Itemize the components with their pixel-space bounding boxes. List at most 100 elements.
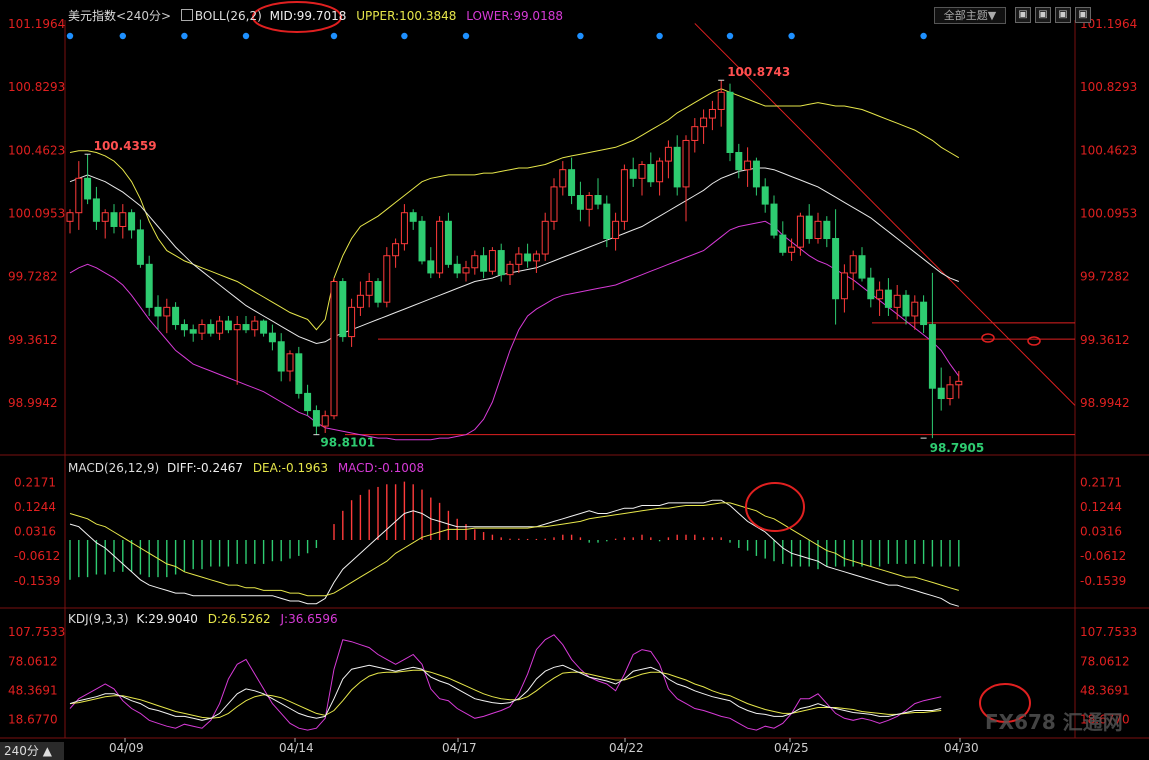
candle-body: [251, 320, 259, 331]
candle-body: [92, 198, 100, 222]
x-axis: 04/09 04/14 04/17 04/22 04/25 04/30: [109, 738, 979, 755]
candle-body: [770, 203, 778, 236]
candle-body: [365, 281, 373, 296]
candle-body: [691, 126, 699, 141]
candle-body: [550, 186, 558, 222]
kdj-header: KDJ(9,3,3) K:29.9040 D:26.5262 J:36.6596: [68, 612, 338, 626]
boll-mid: MID:99.7018: [269, 9, 347, 23]
candle-body: [119, 212, 127, 227]
candle-body: [128, 212, 136, 231]
candle-body: [717, 91, 725, 110]
candle-body: [268, 332, 276, 343]
candle-body: [612, 220, 620, 240]
candle-body: [893, 294, 901, 308]
candle-body: [937, 387, 945, 400]
candle-body: [814, 220, 822, 240]
signal-dot: [656, 32, 663, 40]
candle-body: [594, 195, 602, 205]
kdj-tick-label-right: 48.3691: [1080, 683, 1130, 697]
candle-body: [356, 294, 364, 308]
candle-body: [110, 212, 118, 227]
boll-upper: UPPER:100.3848: [356, 9, 457, 23]
window-button-3[interactable]: ▣: [1055, 7, 1071, 23]
macd-tick-label-left: -0.0612: [14, 549, 60, 563]
period-tag[interactable]: <240分>: [116, 9, 171, 23]
kdj-panel: 107.7533 107.7533 78.0612 78.0612 48.3691 48.…: [8, 625, 1137, 731]
kdj-k-line: [69, 664, 942, 721]
macd-tick-label-right: 0.1244: [1080, 500, 1122, 514]
macd-label: MACD(26,12,9): [68, 461, 160, 475]
candle-body: [788, 246, 796, 253]
kdj-tick-label-right: 107.7533: [1080, 625, 1137, 639]
kdj-label: KDJ(9,3,3): [68, 612, 129, 626]
candle-body: [277, 341, 285, 372]
candle-body: [884, 289, 892, 308]
signal-dot: [726, 32, 734, 40]
candle-body: [761, 186, 769, 205]
candle-body: [84, 177, 92, 200]
window-button-4[interactable]: ▣: [1075, 7, 1091, 23]
candle-body: [568, 169, 576, 197]
kdj-tick-label-right: 78.0612: [1080, 654, 1130, 668]
candle-body: [260, 320, 268, 334]
candle-body: [708, 108, 716, 119]
kdj-k: K:29.9040: [136, 612, 198, 626]
signal-dot: [66, 32, 74, 40]
candle-body: [427, 260, 435, 274]
boll-upper-line: [69, 88, 960, 331]
candle-body: [946, 384, 954, 400]
macd-tick-label-left: 0.0316: [14, 525, 56, 539]
candle-body: [920, 301, 928, 326]
candle-body: [656, 160, 664, 183]
price-tick-label-right: 99.7282: [1080, 270, 1130, 284]
candle-body: [233, 324, 241, 331]
signal-dot: [462, 32, 470, 40]
period-button[interactable]: 240分 ▲: [0, 742, 64, 760]
panel-borders: [0, 20, 1149, 739]
candle-body: [101, 212, 109, 222]
theme-select-button[interactable]: 全部主题▼: [934, 7, 1006, 24]
candle-body: [682, 139, 690, 188]
window-button-2[interactable]: ▣: [1035, 7, 1051, 23]
candle-body: [418, 220, 426, 262]
candle-body: [867, 277, 875, 300]
macd-diff-line: [69, 499, 959, 607]
candle-body: [163, 306, 171, 317]
candle-body: [189, 329, 197, 334]
candle-body: [374, 281, 382, 303]
signal-dot: [242, 32, 250, 40]
candle-body: [242, 324, 250, 331]
candle-body: [752, 160, 760, 188]
signal-dot: [788, 32, 795, 40]
price-tick-label-right: 99.3612: [1080, 333, 1130, 347]
candle-body: [541, 220, 549, 255]
highlight-ellipse: [745, 482, 805, 532]
candle-body: [471, 255, 479, 269]
candle-body: [700, 117, 708, 128]
candle-body: [497, 250, 505, 276]
highlight-ellipse: [981, 333, 995, 343]
candle-body: [796, 215, 804, 248]
candle-body: [506, 263, 514, 276]
candle-body: [207, 324, 215, 334]
candle-body: [321, 415, 329, 427]
x-tick-label: 04/09: [109, 741, 144, 755]
candle-body: [198, 324, 206, 334]
window-button-1[interactable]: ▣: [1015, 7, 1031, 23]
watermark: FX678 汇通网: [985, 710, 1123, 734]
candle-body: [180, 324, 188, 331]
macd-header: MACD(26,12,9) DIFF:-0.2467 DEA:-0.1963 M…: [68, 461, 424, 475]
candle-body: [779, 234, 787, 253]
candle-body: [400, 212, 408, 245]
extreme-label: 100.4359: [94, 139, 157, 153]
candle-body: [295, 353, 303, 394]
macd-tick-label-right: -0.1539: [1080, 574, 1126, 588]
extreme-label: 98.7905: [930, 441, 985, 455]
price-tick-label-left: 100.0953: [8, 207, 65, 221]
x-tick-label: 04/22: [609, 741, 644, 755]
price-tick-label-right: 100.8293: [1080, 80, 1137, 94]
signal-dot: [920, 32, 927, 40]
candle-body: [629, 169, 637, 179]
candle-body: [480, 255, 488, 272]
macd-tick-label-right: 0.0316: [1080, 525, 1122, 539]
